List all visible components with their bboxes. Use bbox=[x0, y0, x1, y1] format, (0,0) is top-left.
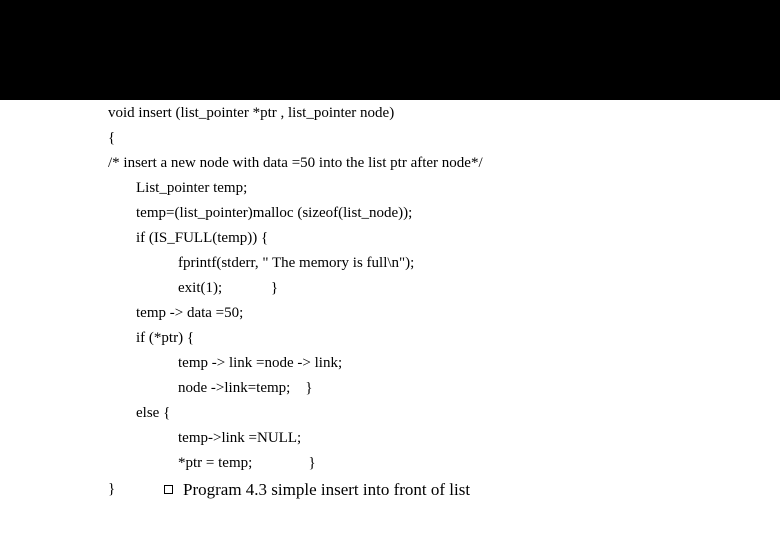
footer-row: } Program 4.3 simple insert into front o… bbox=[108, 481, 780, 498]
code-line: } bbox=[108, 482, 158, 497]
code-line: temp -> link =node -> link; bbox=[108, 356, 780, 371]
code-line: exit(1); } bbox=[108, 281, 780, 296]
code-line: temp->link =NULL; bbox=[108, 431, 780, 446]
code-line: if (*ptr) { bbox=[108, 331, 780, 346]
code-line: void insert (list_pointer *ptr , list_po… bbox=[108, 106, 780, 121]
code-line: if (IS_FULL(temp)) { bbox=[108, 231, 780, 246]
code-line: /* insert a new node with data =50 into … bbox=[108, 156, 780, 171]
code-line: { bbox=[108, 131, 780, 146]
bullet-square-icon bbox=[164, 485, 173, 494]
code-line: else { bbox=[108, 406, 780, 421]
code-line: node ->link=temp; } bbox=[108, 381, 780, 396]
code-line: temp=(list_pointer)malloc (sizeof(list_n… bbox=[108, 206, 780, 221]
caption-text: Program 4.3 simple insert into front of … bbox=[183, 481, 470, 498]
code-line: temp -> data =50; bbox=[108, 306, 780, 321]
code-line: List_pointer temp; bbox=[108, 181, 780, 196]
code-line: *ptr = temp; } bbox=[108, 456, 780, 471]
top-black-band bbox=[0, 0, 780, 96]
code-listing: void insert (list_pointer *ptr , list_po… bbox=[0, 100, 780, 498]
code-line: fprintf(stderr, " The memory is full\n")… bbox=[108, 256, 780, 271]
